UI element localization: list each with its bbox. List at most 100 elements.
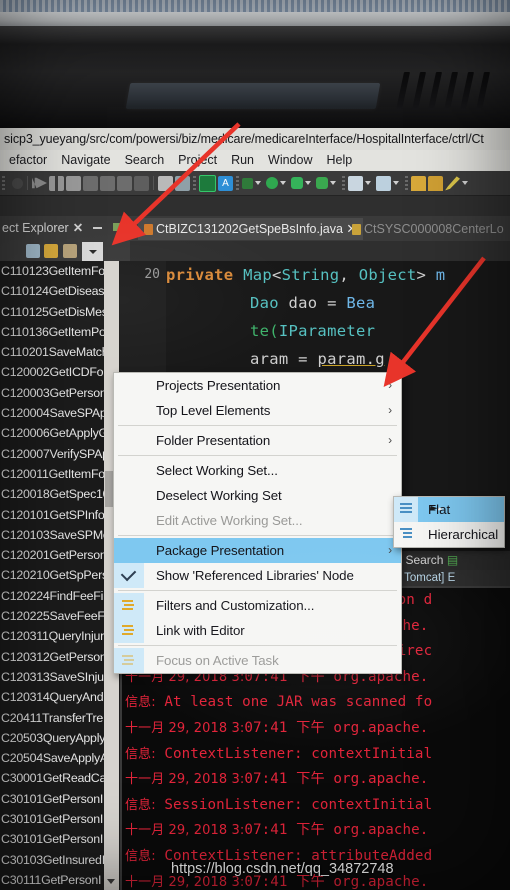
tree-item[interactable]: C110123GetItemFo xyxy=(0,261,120,281)
chevron-down-icon[interactable] xyxy=(393,181,399,185)
tree-item[interactable]: C120224FindFeeFin xyxy=(0,586,120,606)
menu-item-select-working-set[interactable]: Select Working Set... xyxy=(114,458,401,483)
tree-item[interactable]: C120101GetSPInfo xyxy=(0,505,120,525)
tab-search[interactable]: Search xyxy=(405,553,443,567)
tree-item[interactable]: C120011GetItemFo xyxy=(0,464,120,484)
menu-item-help[interactable]: Help xyxy=(319,150,359,171)
tree-item[interactable]: C110124GetDiseas xyxy=(0,281,120,301)
tree-item[interactable]: C120313SaveSInjury xyxy=(0,667,120,687)
menu-item-deselect-working-set[interactable]: Deselect Working Set xyxy=(114,483,401,508)
menu-item-refactor[interactable]: efactor xyxy=(2,150,54,171)
tree-item[interactable]: C20504SaveApplyA xyxy=(0,748,120,768)
toolbar-drag-handle[interactable] xyxy=(236,176,239,190)
tree-item[interactable]: C120004SaveSPAp xyxy=(0,403,120,423)
tree-item[interactable]: C120225SaveFeeFin xyxy=(0,606,120,626)
main-toolbar[interactable]: A xyxy=(0,171,510,196)
view-tab-project-explorer[interactable]: ect Explorer ✕ xyxy=(2,218,83,239)
maximize-view-button[interactable] xyxy=(112,222,123,233)
tree-item[interactable]: C20503QueryApply xyxy=(0,728,120,748)
project-explorer-tree[interactable]: C110123GetItemFo C110124GetDiseas C110125G… xyxy=(0,261,121,890)
scroll-down-arrow-icon[interactable] xyxy=(107,879,115,884)
new-server-icon[interactable] xyxy=(348,175,363,191)
explorer-view-context-menu[interactable]: Projects Presentation › Top Level Elements… xyxy=(113,372,402,674)
tree-item[interactable]: C30101GetPersonI xyxy=(0,789,120,809)
edit-pencil-icon[interactable] xyxy=(445,176,460,191)
coverage-icon[interactable] xyxy=(316,177,328,189)
chevron-down-icon[interactable] xyxy=(462,181,468,185)
tree-item[interactable]: C120103SaveSPMod xyxy=(0,525,120,545)
toolbar-drag-handle[interactable] xyxy=(193,176,196,190)
chevron-down-icon[interactable] xyxy=(365,181,371,185)
tree-item[interactable]: C110201SaveMatch xyxy=(0,342,120,362)
tree-item[interactable]: C110136GetItemPo xyxy=(0,322,120,342)
skip-breakpoints-icon[interactable] xyxy=(12,177,23,189)
tree-item[interactable]: C30101GetPersonI xyxy=(0,829,120,849)
tree-item[interactable]: C110125GetDisMes xyxy=(0,302,120,322)
view-menu-button[interactable] xyxy=(82,242,103,261)
menu-item-link-with-editor[interactable]: Link with Editor xyxy=(114,618,401,643)
package-presentation-submenu[interactable]: Flat Hierarchical xyxy=(393,496,505,548)
menu-item-run[interactable]: Run xyxy=(224,150,261,171)
menu-item-filters-and-customization[interactable]: Filters and Customization... xyxy=(114,593,401,618)
resume-icon[interactable] xyxy=(32,177,47,189)
chevron-down-icon[interactable] xyxy=(280,181,286,185)
link-with-editor-icon[interactable] xyxy=(44,244,58,258)
open-type-icon[interactable] xyxy=(376,175,391,191)
terminate-icon[interactable] xyxy=(66,175,81,191)
tree-item[interactable]: C120018GetSpec10 xyxy=(0,484,120,504)
menu-item-project[interactable]: Project xyxy=(171,150,224,171)
step-return-icon[interactable] xyxy=(117,175,132,191)
tree-item[interactable]: C120314QueryAndD xyxy=(0,687,120,707)
menu-item-search[interactable]: Search xyxy=(118,150,172,171)
tree-item[interactable]: C30001GetReadCa xyxy=(0,768,120,788)
tree-item[interactable]: C120007VerifySPAp xyxy=(0,444,120,464)
debug-icon[interactable] xyxy=(291,177,303,189)
tree-item[interactable]: C120201GetPersonI xyxy=(0,545,120,565)
step-into-icon[interactable] xyxy=(83,175,98,191)
minimize-view-button[interactable] xyxy=(92,222,103,233)
submenu-item-hierarchical[interactable]: Hierarchical xyxy=(394,522,504,547)
run-icon[interactable] xyxy=(266,177,278,189)
menu-item-projects-presentation[interactable]: Projects Presentation › xyxy=(114,373,401,398)
menu-item-top-level-elements[interactable]: Top Level Elements › xyxy=(114,398,401,423)
explorer-view-toolbar[interactable] xyxy=(0,241,130,261)
menu-item-show-referenced-libraries-node[interactable]: Show 'Referenced Libraries' Node xyxy=(114,563,401,588)
annotate-icon[interactable]: A xyxy=(218,175,233,191)
submenu-item-flat[interactable]: Flat xyxy=(394,497,504,522)
collapse-all-icon[interactable] xyxy=(26,244,40,258)
focus-icon[interactable] xyxy=(63,244,77,258)
tree-item[interactable]: C120210GetSpPerso xyxy=(0,565,120,585)
menu-item-window[interactable]: Window xyxy=(261,150,319,171)
tree-item[interactable]: C120002GetICDFor xyxy=(0,362,120,382)
chevron-down-icon[interactable] xyxy=(330,181,336,185)
chevron-down-icon[interactable] xyxy=(255,181,261,185)
toolbar-drag-handle[interactable] xyxy=(405,176,408,190)
toolbar-drag-handle[interactable] xyxy=(2,176,5,190)
new-wizard-icon[interactable] xyxy=(158,175,173,191)
tree-item[interactable]: C120003GetPerson xyxy=(0,383,120,403)
drop-to-frame-icon[interactable] xyxy=(134,175,149,191)
menu-bar[interactable]: efactor Navigate Search Project Run Window Hel… xyxy=(0,150,510,171)
open-task-icon[interactable] xyxy=(411,175,426,191)
tree-item[interactable]: C120006GetApplyG xyxy=(0,423,120,443)
validate-icon[interactable] xyxy=(199,174,216,192)
suspend-icon[interactable] xyxy=(49,175,64,191)
tree-item[interactable]: C30101GetPersonI xyxy=(0,809,120,829)
menu-item-package-presentation[interactable]: Package Presentation › xyxy=(114,538,401,563)
tree-item[interactable]: C120312GetPersonI xyxy=(0,647,120,667)
chevron-down-icon[interactable] xyxy=(305,181,311,185)
editor-tab-active[interactable]: CtBIZC131202GetSpeBsInfo.java ✕ xyxy=(138,218,363,240)
tree-item[interactable]: C120311QueryInjury xyxy=(0,626,120,646)
tree-item[interactable]: C30111GetPersonI xyxy=(0,870,120,890)
tree-item[interactable]: C30103GetInsuredI xyxy=(0,850,120,870)
close-icon[interactable]: ✕ xyxy=(73,221,83,235)
toolbar-drag-handle[interactable] xyxy=(342,176,345,190)
step-over-icon[interactable] xyxy=(100,175,115,191)
new-java-class-icon[interactable] xyxy=(175,175,190,191)
editor-tab-inactive[interactable]: CtSYSC000008CenterLo xyxy=(348,218,508,240)
open-folder-icon[interactable] xyxy=(428,175,443,191)
external-tools-icon[interactable] xyxy=(242,177,253,189)
menu-item-folder-presentation[interactable]: Folder Presentation › xyxy=(114,428,401,453)
menu-item-navigate[interactable]: Navigate xyxy=(54,150,117,171)
tree-item[interactable]: C20411TransferTre xyxy=(0,708,120,728)
